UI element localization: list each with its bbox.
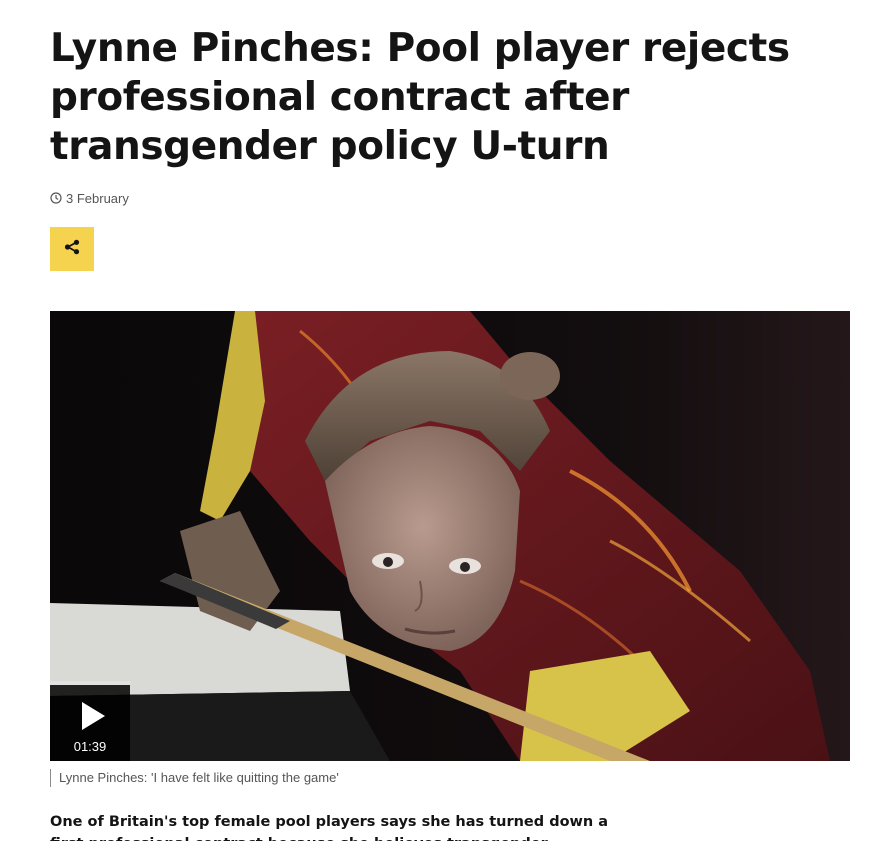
play-icon	[80, 701, 106, 736]
video-duration: 01:39	[73, 739, 107, 754]
article-page: Lynne Pinches: Pool player rejects profe…	[0, 0, 888, 841]
share-icon	[63, 238, 81, 261]
article-timestamp: 3 February	[50, 190, 129, 206]
clock-icon	[50, 192, 66, 204]
article-headline: Lynne Pinches: Pool player rejects profe…	[50, 26, 790, 169]
article-intro: One of Britain's top female pool players…	[50, 814, 609, 841]
video-player[interactable]: 01:39	[50, 311, 850, 761]
play-button[interactable]: 01:39	[50, 685, 130, 761]
video-thumbnail	[50, 311, 850, 761]
article-date: 3 February	[66, 190, 129, 206]
share-button[interactable]	[50, 227, 94, 271]
video-caption: Lynne Pinches: 'I have felt like quittin…	[50, 769, 339, 787]
